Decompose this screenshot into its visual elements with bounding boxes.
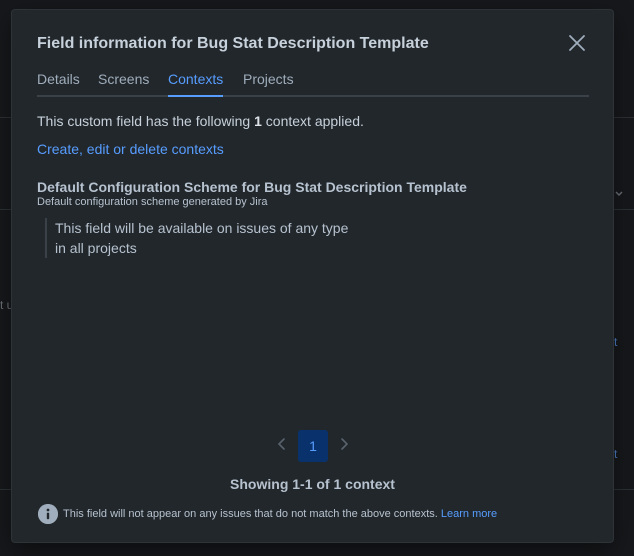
context-description: Default configuration scheme generated b… [37,196,268,208]
context-issue-types: This field will be available on issues o… [55,220,349,236]
summary-suffix: context applied. [261,113,364,129]
learn-more-link[interactable]: Learn more [441,508,497,520]
close-icon [566,35,588,58]
context-summary: This custom field has the following 1 co… [37,113,364,129]
info-icon [38,504,58,524]
context-scope: This field will be available on issues o… [45,218,348,258]
previous-page-button[interactable] [272,430,292,462]
footer-note-text: This field will not appear on any issues… [63,508,497,520]
close-button[interactable] [566,32,588,54]
next-page-button[interactable] [334,430,354,462]
summary-prefix: This custom field has the following [37,113,255,129]
background-link-fragment: t [614,447,618,461]
tab-projects[interactable]: Projects [243,70,294,95]
context-name: Default Configuration Scheme for Bug Sta… [37,179,467,195]
tab-details[interactable]: Details [37,70,80,95]
background-chevron-icon [614,188,624,202]
footer-note-message: This field will not appear on any issues… [63,508,438,520]
tab-contexts[interactable]: Contexts [168,70,224,97]
dialog-title: Field information for Bug Stat Descripti… [37,35,429,52]
chevron-left-icon [277,437,287,456]
chevron-right-icon [339,437,349,456]
background-link-fragment: t [614,335,618,349]
tab-screens[interactable]: Screens [98,70,149,95]
manage-contexts-link[interactable]: Create, edit or delete contexts [37,141,224,157]
field-information-dialog: Field information for Bug Stat Descripti… [12,10,613,542]
pagination: 1 [272,430,352,462]
context-projects: in all projects [55,240,137,256]
page-button-current[interactable]: 1 [298,430,328,462]
tab-bar: Details Screens Contexts Projects [37,70,589,97]
context-count: 1 [254,113,262,129]
pagination-summary: Showing 1-1 of 1 context [230,476,395,492]
